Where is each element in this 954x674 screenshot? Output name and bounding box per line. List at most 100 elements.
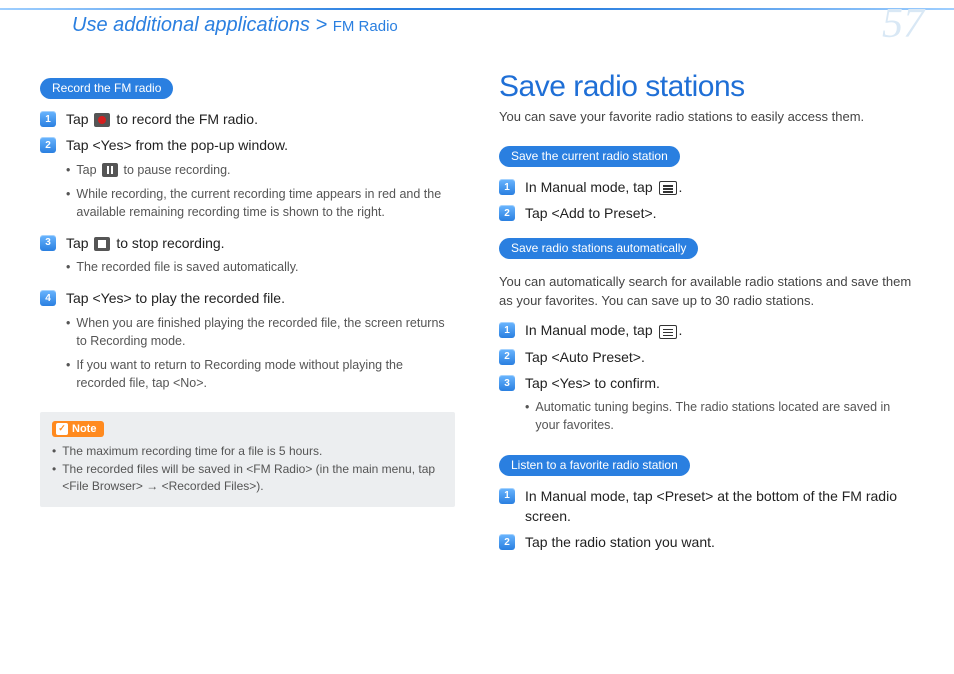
sub-item: Tap to pause recording.: [66, 161, 455, 179]
step-3: 3 Tap to stop recording. The recorded fi…: [40, 233, 455, 282]
sub-item: If you want to return to Recording mode …: [66, 356, 455, 392]
step-1: 1 Tap to record the FM radio.: [40, 109, 455, 129]
step-badge: 4: [40, 290, 56, 306]
step-body: In Manual mode, tap .: [525, 177, 914, 197]
note-text: The recorded files will be saved in <FM …: [62, 461, 443, 495]
step-body: Tap <Yes> to play the recorded file. Whe…: [66, 288, 455, 398]
sub-item: While recording, the current recording t…: [66, 185, 455, 221]
step-text-pre: Tap: [66, 111, 92, 127]
step-2: 2 Tap the radio station you want.: [499, 532, 914, 552]
step-body: Tap to record the FM radio.: [66, 109, 455, 129]
sub-text: While recording, the current recording t…: [76, 185, 455, 221]
step-text-pre: In Manual mode, tap: [525, 322, 657, 338]
menu-icon: [659, 325, 677, 339]
section-subtitle: You can save your favorite radio station…: [499, 108, 914, 126]
note-box: ✓ Note The maximum recording time for a …: [40, 412, 455, 507]
right-column: Save radio stations You can save your fa…: [499, 70, 914, 559]
step-subs: Automatic tuning begins. The radio stati…: [525, 393, 914, 434]
breadcrumb-main: Use additional applications >: [72, 14, 333, 36]
step-body: Tap <Auto Preset>.: [525, 347, 914, 367]
record-icon: [94, 113, 110, 127]
listen-steps: 1 In Manual mode, tap <Preset> at the bo…: [499, 486, 914, 553]
note-chip: ✓ Note: [52, 421, 104, 437]
step-body: Tap to stop recording. The recorded file…: [66, 233, 455, 282]
check-icon: ✓: [56, 423, 68, 435]
breadcrumb-sub: FM Radio: [333, 18, 398, 35]
step-2: 2 Tap <Add to Preset>.: [499, 203, 914, 223]
note-item: The maximum recording time for a file is…: [52, 443, 443, 460]
section-title: Save radio stations: [499, 70, 914, 104]
sub-text: When you are finished playing the record…: [76, 314, 455, 350]
auto-intro: You can automatically search for availab…: [499, 273, 914, 311]
step-1: 1 In Manual mode, tap .: [499, 320, 914, 340]
step-3: 3 Tap <Yes> to confirm. Automatic tuning…: [499, 373, 914, 441]
step-text: Tap <Yes> from the pop-up window.: [66, 137, 288, 153]
step-badge: 3: [40, 235, 56, 251]
step-badge: 3: [499, 375, 515, 391]
step-body: Tap <Add to Preset>.: [525, 203, 914, 223]
step-text: In Manual mode, tap <Preset> at the bott…: [525, 488, 897, 524]
step-4: 4 Tap <Yes> to play the recorded file. W…: [40, 288, 455, 398]
step-2: 2 Tap <Auto Preset>.: [499, 347, 914, 367]
sub-text: If you want to return to Recording mode …: [76, 356, 455, 392]
sub-text: The recorded file is saved automatically…: [76, 258, 298, 276]
note-list: The maximum recording time for a file is…: [52, 443, 443, 495]
step-badge: 2: [499, 349, 515, 365]
note-item: The recorded files will be saved in <FM …: [52, 461, 443, 495]
step-badge: 1: [499, 488, 515, 504]
sub-item: When you are finished playing the record…: [66, 314, 455, 350]
step-subs: The recorded file is saved automatically…: [66, 253, 455, 276]
sub-text: Automatic tuning begins. The radio stati…: [535, 398, 914, 434]
step-body: Tap <Yes> to confirm. Automatic tuning b…: [525, 373, 914, 441]
note-text: The maximum recording time for a file is…: [62, 443, 322, 460]
step-body: Tap <Yes> from the pop-up window. Tap to…: [66, 135, 455, 227]
step-1: 1 In Manual mode, tap <Preset> at the bo…: [499, 486, 914, 527]
step-body: In Manual mode, tap .: [525, 320, 914, 340]
step-badge: 1: [499, 322, 515, 338]
pill-save-current: Save the current radio station: [499, 146, 680, 167]
sub-item: Automatic tuning begins. The radio stati…: [525, 398, 914, 434]
step-text: Tap <Auto Preset>.: [525, 349, 645, 365]
step-badge: 2: [499, 534, 515, 550]
sub-text-post: to pause recording.: [120, 163, 231, 177]
record-steps: 1 Tap to record the FM radio. 2 Tap <Yes…: [40, 109, 455, 398]
pause-icon: [102, 163, 118, 177]
header-rule: [0, 8, 954, 10]
pill-record-fm: Record the FM radio: [40, 78, 173, 99]
step-1: 1 In Manual mode, tap .: [499, 177, 914, 197]
sub-text-pre: Tap: [76, 163, 100, 177]
step-text: Tap <Yes> to confirm.: [525, 375, 660, 391]
page-number: 57: [882, 0, 924, 48]
header-bar: Use additional applications > FM Radio 5…: [40, 0, 914, 42]
menu-icon: [659, 181, 677, 195]
step-text-pre: Tap: [66, 235, 92, 251]
page: Use additional applications > FM Radio 5…: [0, 0, 954, 674]
step-subs: Tap to pause recording. While recording,…: [66, 156, 455, 221]
current-steps: 1 In Manual mode, tap . 2 Tap <Add to Pr…: [499, 177, 914, 224]
step-text-pre: In Manual mode, tap: [525, 179, 657, 195]
sub-item: The recorded file is saved automatically…: [66, 258, 455, 276]
step-text: Tap <Add to Preset>.: [525, 205, 657, 221]
step-text-post: to stop recording.: [112, 235, 224, 251]
step-body: Tap the radio station you want.: [525, 532, 914, 552]
step-text-post: .: [679, 322, 683, 338]
step-badge: 2: [40, 137, 56, 153]
breadcrumb: Use additional applications > FM Radio: [72, 14, 398, 37]
left-column: Record the FM radio 1 Tap to record the …: [40, 70, 455, 559]
step-text-post: .: [679, 179, 683, 195]
step-2: 2 Tap <Yes> from the pop-up window. Tap …: [40, 135, 455, 227]
pill-listen: Listen to a favorite radio station: [499, 455, 690, 476]
step-text-post: to record the FM radio.: [112, 111, 258, 127]
note-label: Note: [72, 423, 96, 435]
step-body: In Manual mode, tap <Preset> at the bott…: [525, 486, 914, 527]
step-text: Tap the radio station you want.: [525, 534, 715, 550]
auto-steps: 1 In Manual mode, tap . 2 Tap <Auto Pres…: [499, 320, 914, 440]
content-columns: Record the FM radio 1 Tap to record the …: [40, 70, 914, 559]
step-text: Tap <Yes> to play the recorded file.: [66, 290, 285, 306]
step-badge: 1: [40, 111, 56, 127]
step-badge: 1: [499, 179, 515, 195]
step-subs: When you are finished playing the record…: [66, 309, 455, 393]
step-badge: 2: [499, 205, 515, 221]
stop-icon: [94, 237, 110, 251]
pill-save-auto: Save radio stations automatically: [499, 238, 698, 259]
